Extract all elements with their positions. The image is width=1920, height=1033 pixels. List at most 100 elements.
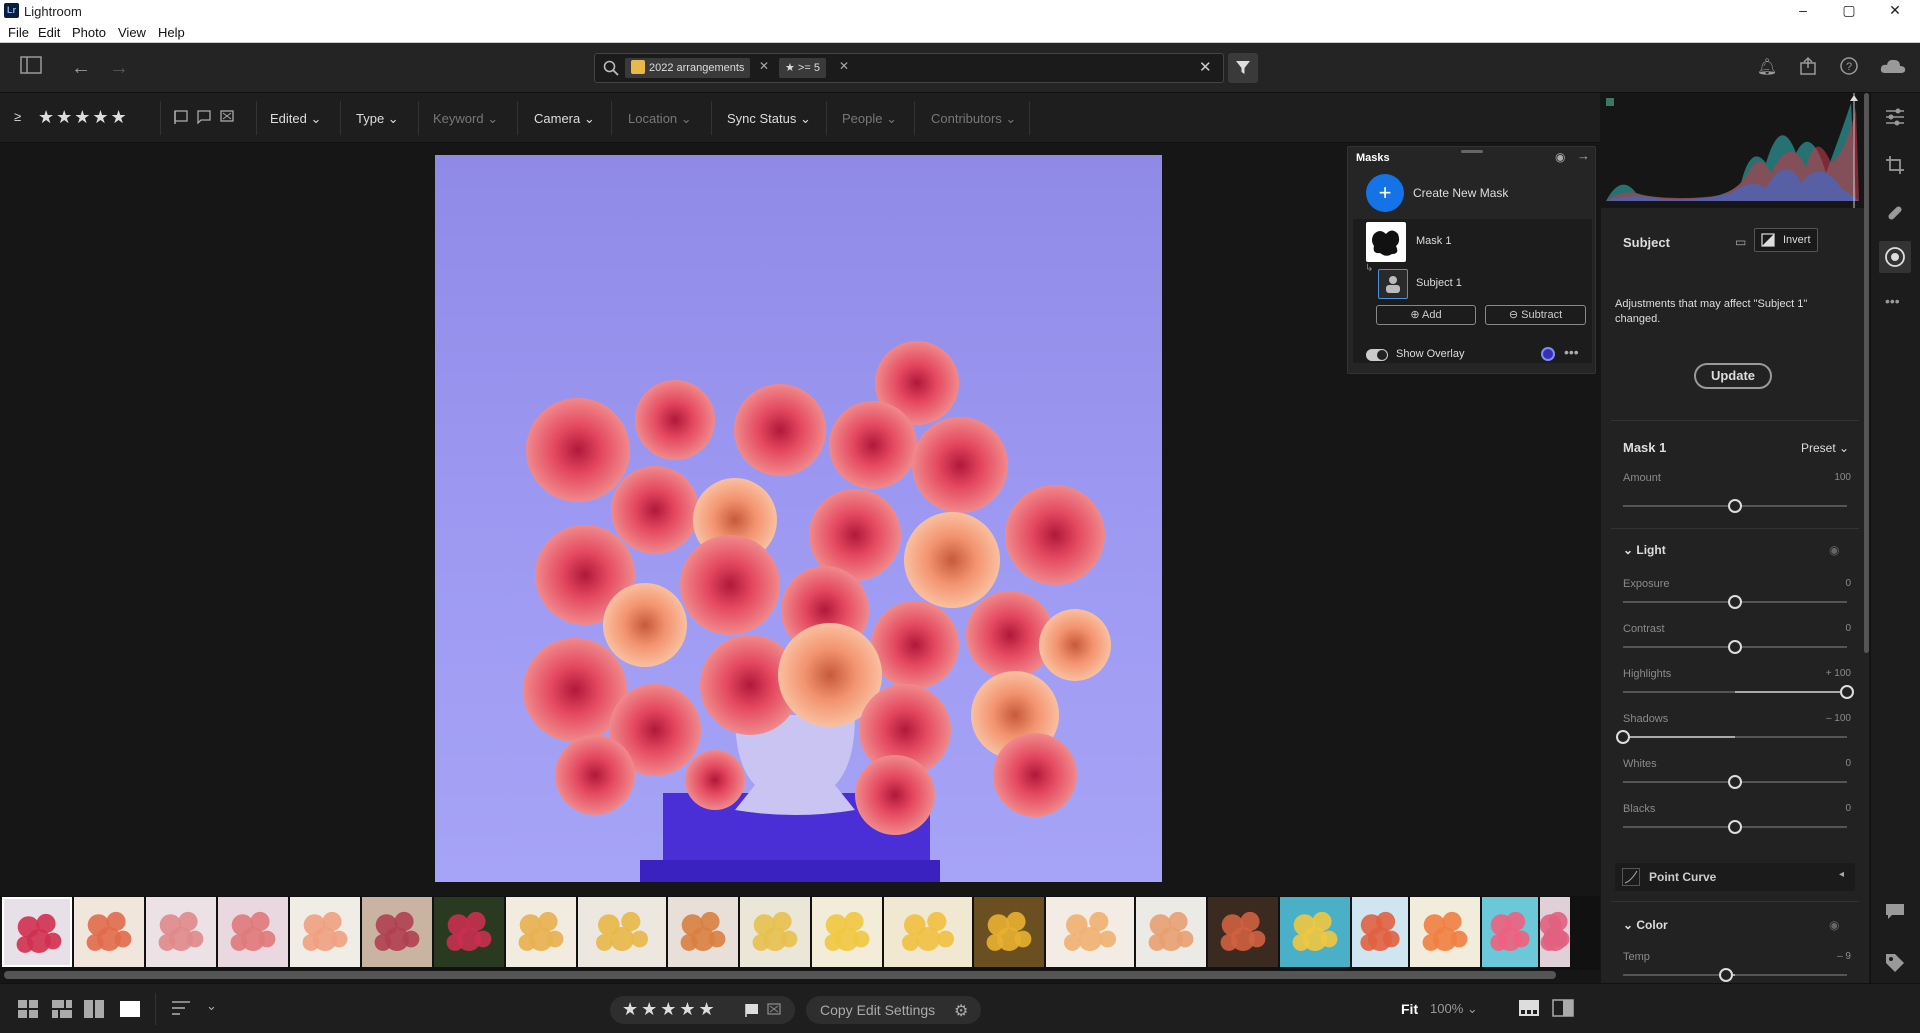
create-mask-icon[interactable]: + xyxy=(1366,174,1404,212)
filmstrip-thumbnail[interactable] xyxy=(218,897,288,967)
back-arrow-icon[interactable]: ← xyxy=(68,56,94,80)
light-section-header[interactable]: ⌄ Light xyxy=(1623,543,1666,557)
subject-name[interactable]: Subject 1 xyxy=(1416,277,1462,289)
copy-edit-settings-button[interactable]: Copy Edit Settings ⚙ xyxy=(806,996,981,1024)
collapse-panel-icon[interactable]: → xyxy=(1577,148,1590,163)
maximize-button[interactable]: ▢ xyxy=(1826,0,1872,22)
edit-sliders-icon[interactable] xyxy=(1885,108,1905,131)
slider-knob[interactable] xyxy=(1728,775,1742,789)
more-options-icon[interactable]: ••• xyxy=(1564,344,1579,360)
flag-picked-icon[interactable] xyxy=(174,110,188,129)
chip-remove-icon[interactable]: ✕ xyxy=(839,59,849,73)
menu-file[interactable]: File xyxy=(8,25,29,40)
point-curve-row[interactable]: Point Curve ◂ xyxy=(1615,863,1855,891)
light-shadows-slider[interactable] xyxy=(1616,727,1847,747)
light-blacks-slider[interactable] xyxy=(1623,817,1847,837)
light-contrast-slider[interactable] xyxy=(1623,637,1847,657)
add-mask-button[interactable]: ⊕ Add xyxy=(1376,305,1476,325)
subtract-mask-button[interactable]: ⊖ Subtract xyxy=(1485,305,1586,325)
slider-knob[interactable] xyxy=(1728,499,1742,513)
main-photo[interactable] xyxy=(435,155,1162,882)
filter-edited[interactable]: Edited ⌄ xyxy=(270,111,321,127)
panel-drag-handle[interactable] xyxy=(1461,150,1483,153)
filmstrip-thumbnail[interactable] xyxy=(974,897,1044,967)
filmstrip-thumbnail[interactable] xyxy=(2,897,72,967)
filmstrip-thumbnail[interactable] xyxy=(812,897,882,967)
slider-knob[interactable] xyxy=(1728,820,1742,834)
slider-knob[interactable] xyxy=(1840,685,1854,699)
mask-thumbnail[interactable] xyxy=(1366,222,1406,262)
cloud-sync-icon[interactable] xyxy=(1878,56,1908,82)
filmstrip-thumbnail[interactable] xyxy=(1482,897,1538,967)
filmstrip-thumbnail[interactable] xyxy=(668,897,738,967)
light-whites-slider[interactable] xyxy=(1623,772,1847,792)
slider-track[interactable] xyxy=(1623,974,1847,976)
filmstrip-thumbnail[interactable] xyxy=(506,897,576,967)
filmstrip-thumbnail[interactable] xyxy=(362,897,432,967)
overlay-color-swatch[interactable] xyxy=(1541,347,1555,361)
filmstrip-thumbnail[interactable] xyxy=(884,897,972,967)
filter-location[interactable]: Location ⌄ xyxy=(628,111,692,127)
filmstrip-thumbnail[interactable] xyxy=(1410,897,1480,967)
invert-button[interactable]: Invert xyxy=(1754,228,1818,252)
light-highlights-slider[interactable] xyxy=(1623,682,1854,702)
close-button[interactable]: ✕ xyxy=(1872,0,1918,22)
chip-remove-icon[interactable]: ✕ xyxy=(759,59,769,73)
color-temp-slider[interactable] xyxy=(1623,965,1847,985)
menu-photo[interactable]: Photo xyxy=(72,25,106,40)
sort-dropdown-icon[interactable]: ⌄ xyxy=(206,998,217,1014)
filmstrip-thumbnail[interactable] xyxy=(146,897,216,967)
slider-knob[interactable] xyxy=(1728,640,1742,654)
search-bar[interactable]: 2022 arrangements ✕ ★ >= 5 ✕ ✕ xyxy=(594,53,1224,83)
filter-icon[interactable] xyxy=(1228,53,1258,83)
rating-filter-stars[interactable]: ★★★★★ xyxy=(38,107,129,128)
healing-brush-icon[interactable] xyxy=(1885,203,1905,228)
filmstrip-thumbnail[interactable] xyxy=(1352,897,1408,967)
panel-toggle-icon[interactable] xyxy=(18,56,44,80)
menu-help[interactable]: Help xyxy=(158,25,185,40)
show-overlay-toggle[interactable] xyxy=(1366,349,1388,361)
visibility-eye-icon[interactable]: ◉ xyxy=(1829,543,1839,557)
filter-type[interactable]: Type ⌄ xyxy=(356,111,399,127)
minimize-button[interactable]: – xyxy=(1780,0,1826,22)
filmstrip-thumbnail[interactable] xyxy=(1208,897,1278,967)
detail-view-icon[interactable] xyxy=(120,1000,140,1023)
keyword-tag-icon[interactable] xyxy=(1885,953,1905,978)
filmstrip-thumbnail[interactable] xyxy=(1540,897,1570,967)
rating-operator[interactable]: ≥ xyxy=(14,109,21,124)
subject-thumbnail[interactable] xyxy=(1378,269,1408,299)
help-icon[interactable]: ? xyxy=(1836,56,1862,82)
before-after-icon[interactable] xyxy=(1552,999,1574,1022)
slider-knob[interactable] xyxy=(1616,730,1630,744)
pick-flag-icon[interactable] xyxy=(745,1003,759,1022)
filmstrip-thumbnail[interactable] xyxy=(1280,897,1350,967)
settings-gear-icon[interactable]: ⚙ xyxy=(954,1001,968,1021)
create-new-mask-button[interactable]: Create New Mask xyxy=(1413,186,1508,200)
filter-people[interactable]: People ⌄ xyxy=(842,111,897,127)
eye-icon[interactable]: ◉ xyxy=(1555,150,1565,164)
filmstrip-thumbnail[interactable] xyxy=(1136,897,1206,967)
filmstrip-toggle-icon[interactable] xyxy=(1518,999,1540,1022)
forward-arrow-icon[interactable]: → xyxy=(106,56,132,80)
filter-sync-status[interactable]: Sync Status ⌄ xyxy=(727,111,811,127)
slider-knob[interactable] xyxy=(1719,968,1734,982)
square-grid-view-icon[interactable] xyxy=(18,1000,38,1023)
mask-name[interactable]: Mask 1 xyxy=(1416,235,1451,247)
filmstrip-thumbnail[interactable] xyxy=(74,897,144,967)
visibility-eye-icon[interactable]: ◉ xyxy=(1829,918,1839,932)
filmstrip-thumbnail[interactable] xyxy=(290,897,360,967)
photo-grid-view-icon[interactable] xyxy=(52,1000,72,1023)
color-section-header[interactable]: ⌄ Color xyxy=(1623,918,1668,932)
filmstrip-thumbnail[interactable] xyxy=(578,897,666,967)
light-exposure-slider[interactable] xyxy=(1623,592,1847,612)
filter-contributors[interactable]: Contributors ⌄ xyxy=(931,111,1016,127)
crop-icon[interactable] xyxy=(1885,155,1905,180)
filmstrip-scrollbar[interactable] xyxy=(4,971,1556,979)
menu-view[interactable]: View xyxy=(118,25,146,40)
amount-slider[interactable] xyxy=(1623,496,1847,516)
filmstrip-thumbnail[interactable] xyxy=(1046,897,1134,967)
search-chip-rating[interactable]: ★ >= 5 xyxy=(779,58,826,78)
slider-knob[interactable] xyxy=(1728,595,1742,609)
preset-dropdown[interactable]: Preset ⌄ xyxy=(1801,441,1849,455)
more-tools-icon[interactable]: ••• xyxy=(1885,293,1900,309)
